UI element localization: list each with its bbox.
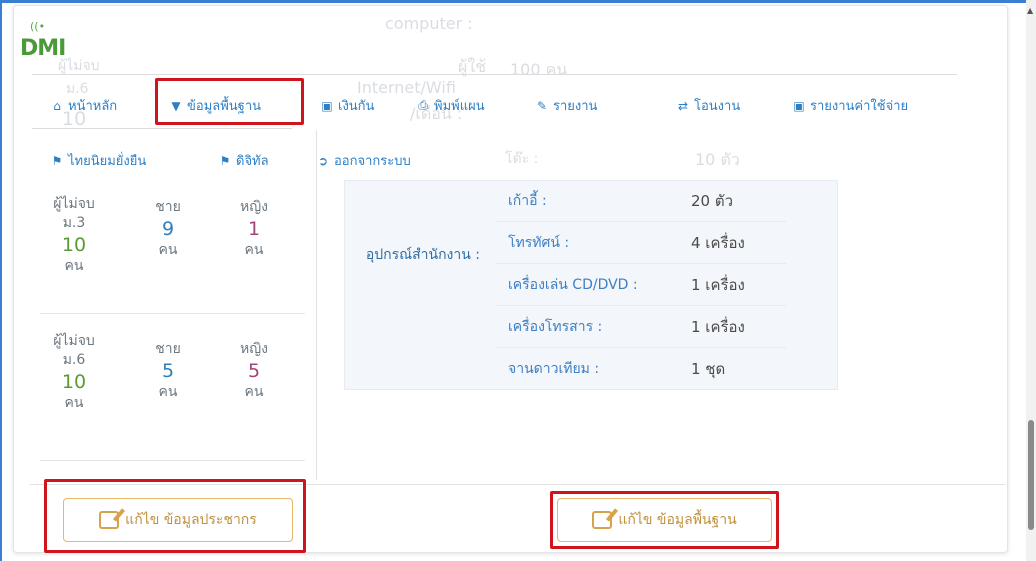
money-icon: ▣ [793,98,805,113]
stat-male-unit: คน [158,384,178,400]
stat-male-label: ชาย [155,199,181,215]
stat-total-unit: คน [64,395,84,411]
window-top-border [0,0,1036,3]
home-icon: ⌂ [53,98,61,113]
ghost-user-value: 100 คน [510,60,568,79]
equipment-name: เครื่องเล่น CD/DVD : [508,276,638,293]
nav-digital-label: ดิจิทัล [236,154,269,169]
flag-icon: ⚑ [51,153,63,168]
stat-group-title: ผู้ไม่จบ ม.6 [53,333,95,368]
stat-male: ชาย 5 คน [148,340,188,402]
dmi-logo[interactable]: ((• DMI [20,20,70,64]
nav-print-plan-label: พิมพ์แผน [434,99,485,114]
stat-male-unit: คน [158,242,178,258]
logout-icon: ➲ [317,153,329,168]
equipment-value: 1 ชุด [691,360,726,378]
stat-female-unit: คน [244,242,264,258]
column-divider [316,130,317,480]
stat-female-unit: คน [244,384,264,400]
stat-female-label: หญิง [240,199,268,215]
equipment-name: เก้าอี้ : [508,192,547,209]
stat-female-value: 5 [247,360,261,382]
nav-expense-report-label: รายงานค่าใช้จ่าย [810,99,909,114]
print-icon: ⎙ [418,98,428,112]
highlight-nav-basic-info [155,78,304,125]
stat-female: หญิง 1 คน [232,198,276,260]
nav-logout-label: ออกจากระบบ [334,154,411,169]
stat-total-value: 10 [61,234,87,256]
highlight-edit-basic-info [550,491,779,549]
transfer-icon: ⇄ [677,98,689,113]
equipment-name: โทรทัศน์ : [508,234,570,251]
nav-logout[interactable]: ➲ ออกจากระบบ [316,150,411,171]
nav-expense-report[interactable]: ▣ รายงานค่าใช้จ่าย [792,95,908,116]
stat-total-unit: คน [64,258,84,274]
highlight-edit-population [44,479,306,553]
equipment-value: 1 เครื่อง [691,275,745,294]
pencil-icon: ✎ [536,98,548,113]
equipment-row: เครื่องโทรสาร : 1 เครื่อง [496,306,786,348]
equipment-row: เครื่องเล่น CD/DVD : 1 เครื่อง [496,264,786,306]
stat-female: หญิง 5 คน [232,340,276,402]
stat-group-label: ผู้ไม่จบ ม.6 10 คน [44,332,104,413]
stat-group-label: ผู้ไม่จบ ม.3 10 คน [44,195,104,276]
stat-male-label: ชาย [155,341,181,357]
nav-home[interactable]: ⌂ หน้าหลัก [50,95,117,116]
nav-digital[interactable]: ⚑ ดิจิทัล [218,150,269,171]
nav-print-plan[interactable]: ⎙ พิมพ์แผน [416,95,485,116]
equipment-label: อุปกรณ์สำนักงาน : [365,247,480,263]
wifi-icon: ((• [30,20,46,33]
nav-report-label: รายงาน [553,99,598,114]
ghost-user-label: ผู้ใช้ [458,57,487,76]
stats-divider [40,313,305,314]
equipment-value: 1 เครื่อง [691,317,745,336]
nav-home-label: หน้าหลัก [68,99,118,114]
ghost-table-value: 10 ตัว [695,150,740,169]
nav-thai-niyom-label: ไทยนิยมยั่งยืน [68,154,147,169]
equipment-name: จานดาวเทียม : [508,361,600,377]
stat-total-value: 10 [61,371,87,393]
scrollbar-thumb[interactable] [1028,420,1034,530]
equipment-row: โทรทัศน์ : 4 เครื่อง [496,222,786,264]
equipment-row: เก้าอี้ : 20 ตัว [496,180,786,222]
nav-second-divider [32,128,292,129]
ghost-computer-label: computer : [385,14,473,33]
stat-female-label: หญิง [240,341,268,357]
stat-male-value: 5 [161,360,175,382]
window-left-border [0,0,2,561]
scroll-up-icon[interactable]: ▲ [1027,6,1033,15]
nav-report[interactable]: ✎ รายงาน [535,95,597,116]
money-icon: ▣ [321,98,333,113]
logo-text: DMI [20,36,66,61]
equipment-value: 4 เครื่อง [691,233,745,252]
equipment-name: เครื่องโทรสาร : [508,318,603,335]
stat-male-value: 9 [161,218,175,240]
nav-reserve-funds[interactable]: ▣ เงินกัน [320,95,374,116]
nav-reserve-funds-label: เงินกัน [338,99,375,114]
vertical-scrollbar[interactable]: ▲ [1026,0,1036,561]
equipment-row: จานดาวเทียม : 1 ชุด [496,348,786,390]
nav-top-divider [32,74,957,75]
nav-transfer-label: โอนงาน [694,99,741,114]
stat-male: ชาย 9 คน [148,198,188,260]
stats-bottom-divider [40,460,305,461]
nav-thai-niyom[interactable]: ⚑ ไทยนิยมยั่งยืน [50,150,147,171]
stat-group-title: ผู้ไม่จบ ม.3 [53,196,95,231]
ghost-table-label: โต๊ะ : [505,151,539,167]
nav-transfer[interactable]: ⇄ โอนงาน [676,95,740,116]
equipment-value: 20 ตัว [691,191,734,210]
stat-female-value: 1 [247,218,261,240]
flag-icon: ⚑ [219,153,231,168]
